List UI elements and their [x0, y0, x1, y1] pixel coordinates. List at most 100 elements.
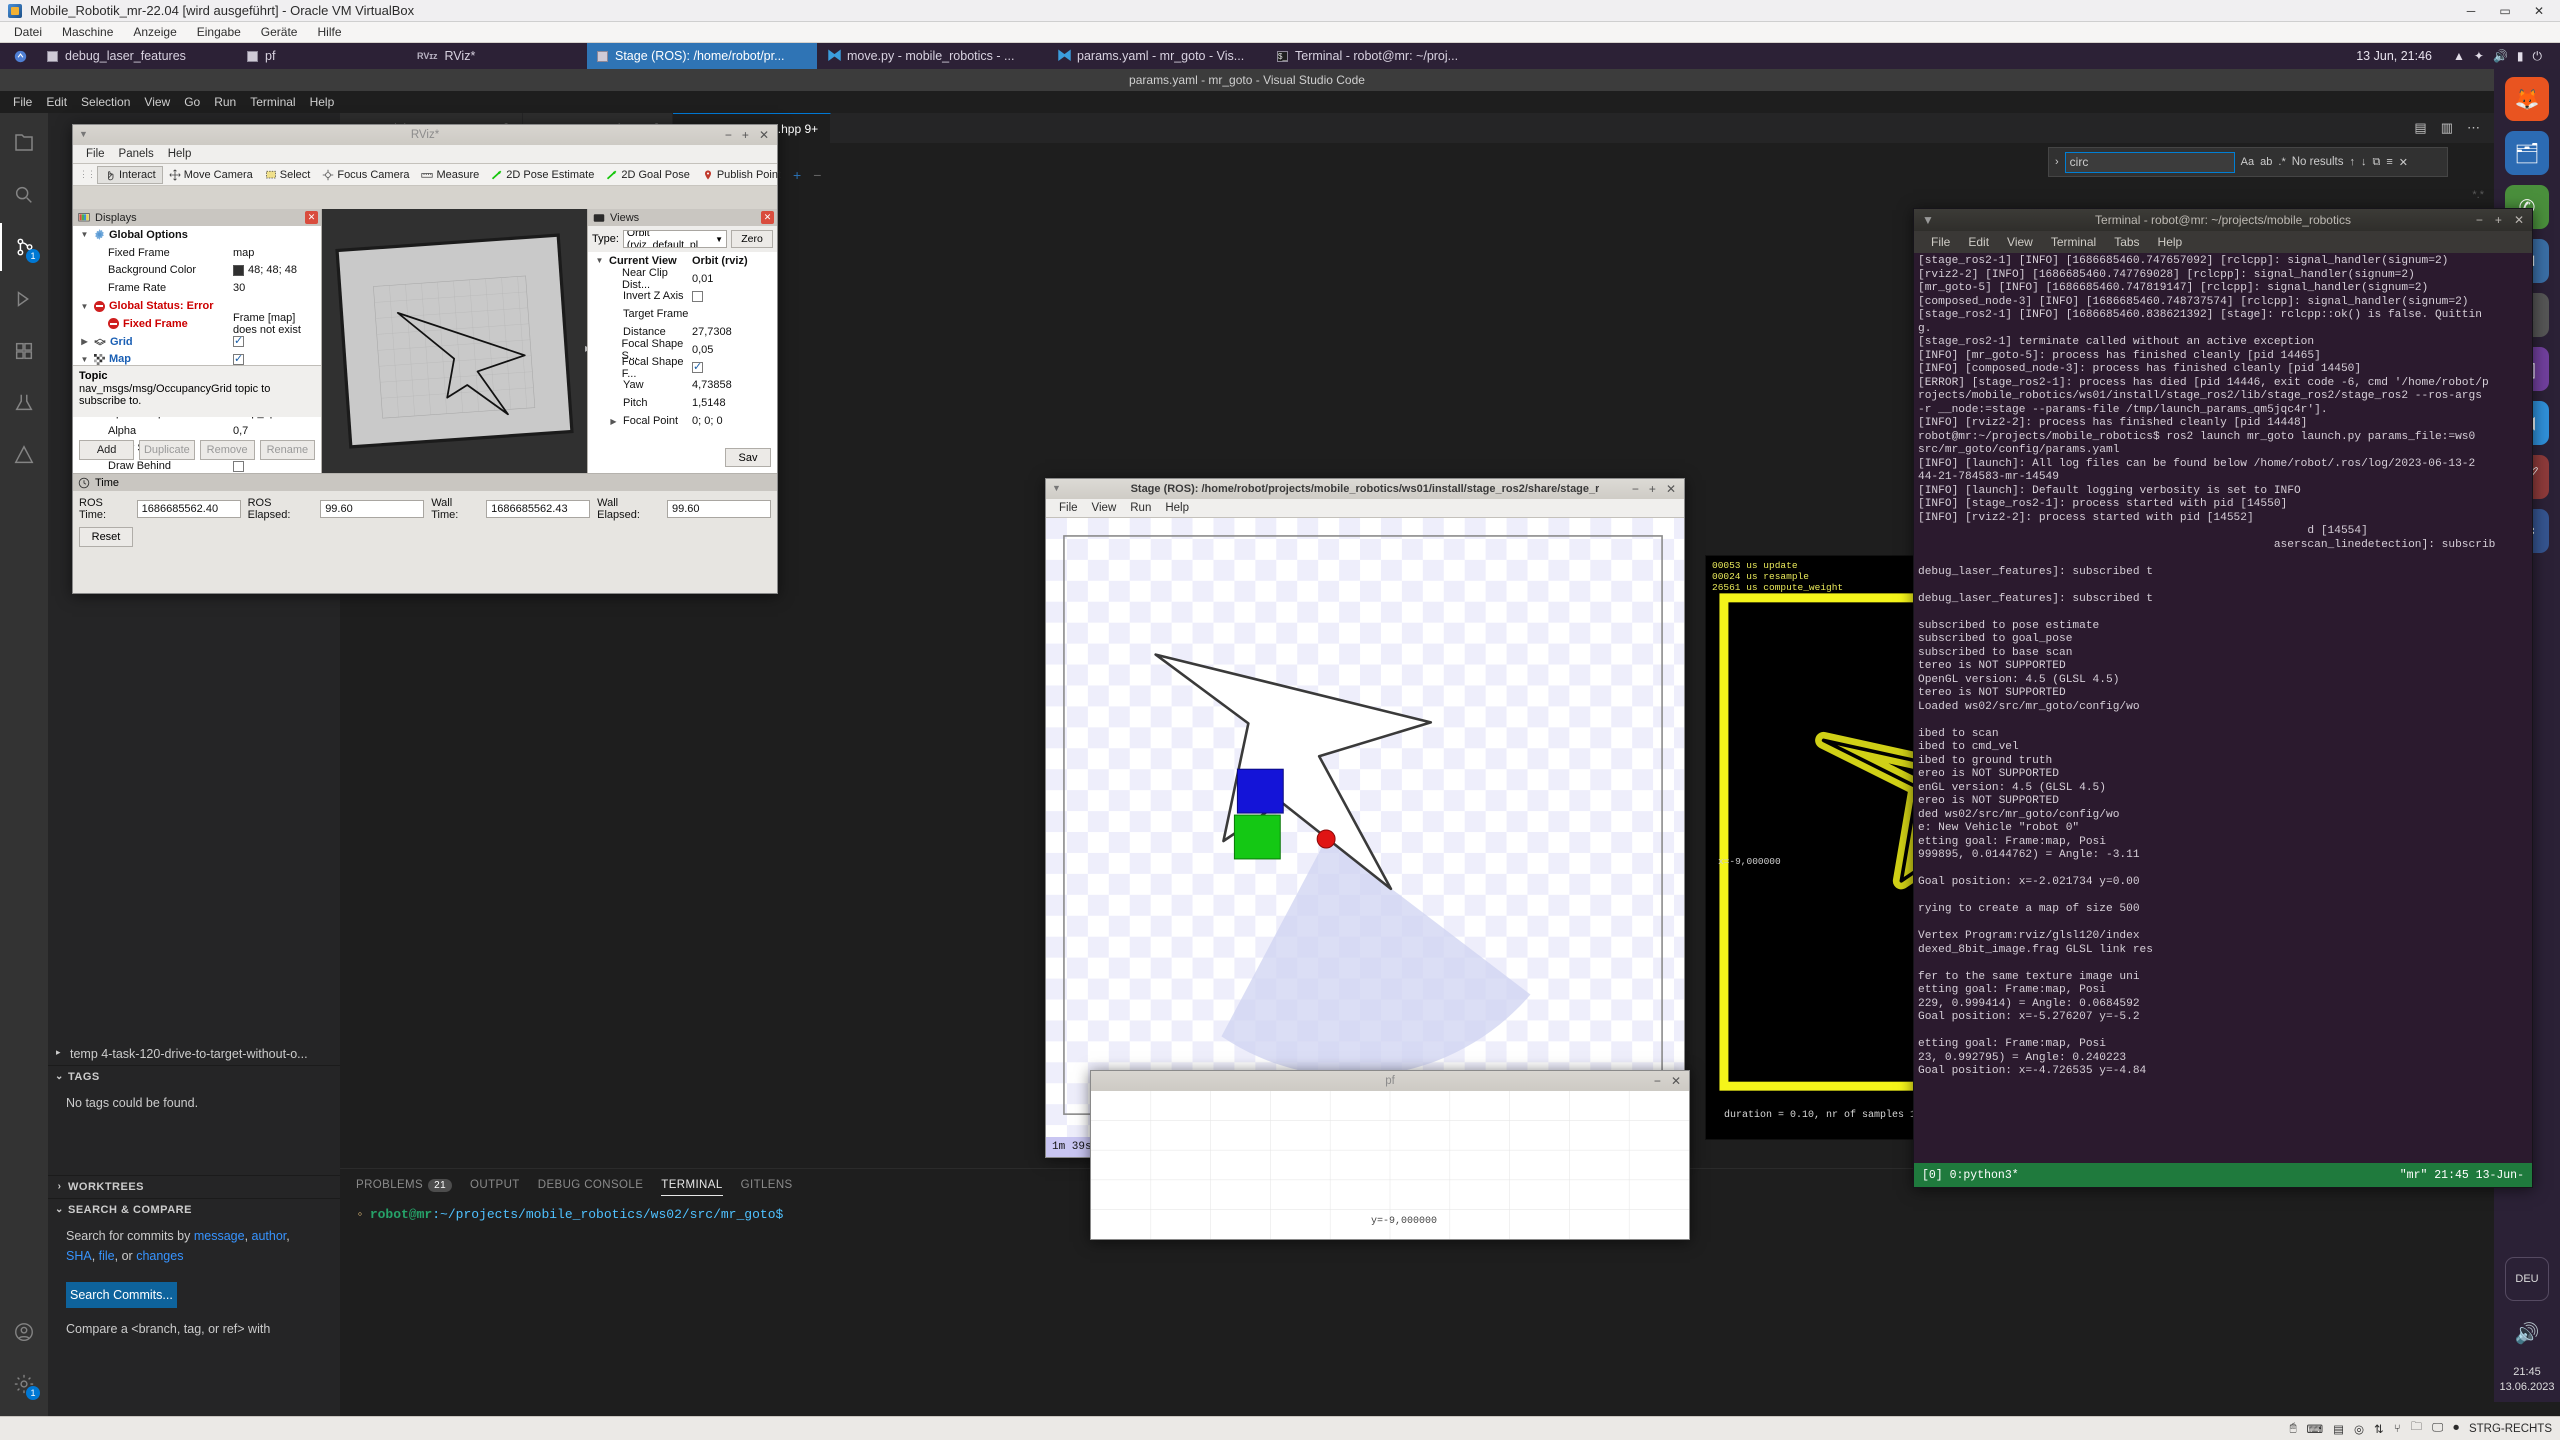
- link-file[interactable]: file: [99, 1249, 115, 1263]
- terminal-menu-file[interactable]: File: [1922, 233, 1959, 251]
- vscode-menu-run[interactable]: Run: [207, 93, 243, 111]
- vscode-menu-help[interactable]: Help: [303, 93, 342, 111]
- menu-hilfe[interactable]: Hilfe: [309, 23, 349, 41]
- panel-tab-terminal[interactable]: TERMINAL: [661, 1173, 723, 1196]
- twisty-icon[interactable]: ▼: [79, 302, 90, 311]
- checkbox-checked[interactable]: [233, 334, 244, 348]
- taskbar-item-movepy[interactable]: ⧓ move.py - mobile_robotics - ...: [817, 43, 1047, 69]
- views-tree[interactable]: ▼ Current View Orbit (rviz) Near Clip Dist.…: [588, 252, 777, 430]
- close-icon[interactable]: ✕: [2522, 0, 2556, 22]
- view-property-row[interactable]: Focal Shape F...: [588, 356, 777, 380]
- menu-maschine[interactable]: Maschine: [54, 23, 121, 41]
- maximize-icon[interactable]: ▭: [2488, 0, 2522, 22]
- usb-icon[interactable]: ⑂: [2394, 1423, 2401, 1435]
- window-menu-icon[interactable]: ▼: [1922, 213, 1934, 227]
- sidebar-tree-item[interactable]: ▸ temp 4-task-120-drive-to-target-withou…: [48, 1043, 340, 1065]
- display-row[interactable]: ▶ Grid: [73, 333, 321, 351]
- vscode-menu-file[interactable]: File: [6, 93, 39, 111]
- taskbar-item-rviz[interactable]: RVɪᴢ RViz*: [407, 43, 587, 69]
- tool-measure[interactable]: Measure: [415, 167, 485, 183]
- tool-focus-camera[interactable]: Focus Camera: [316, 167, 415, 183]
- terminal-window-buttons[interactable]: − + ✕: [2476, 213, 2524, 227]
- stage-menubar[interactable]: File View Run Help: [1046, 499, 1684, 518]
- rviz-window[interactable]: ▼ RViz* − + ✕ File Panels Help ⋮⋮ Intera…: [72, 124, 821, 594]
- rviz-menu-file[interactable]: File: [79, 146, 112, 162]
- close-icon[interactable]: ✕: [759, 128, 769, 142]
- twisty-icon[interactable]: ▼: [79, 230, 90, 239]
- settings-gear-icon[interactable]: 1: [0, 1360, 48, 1408]
- rviz-menu-help[interactable]: Help: [161, 146, 199, 162]
- stage-window[interactable]: ▼ Stage (ROS): /home/robot/projects/mobi…: [1045, 478, 1685, 1158]
- split-editor-icon[interactable]: ▤: [2414, 120, 2426, 136]
- close-icon[interactable]: ✕: [305, 211, 318, 224]
- taskbar-item-pf[interactable]: pf: [237, 43, 407, 69]
- pf-canvas[interactable]: y=-9,000000: [1091, 1091, 1689, 1239]
- vscode-menu-selection[interactable]: Selection: [74, 93, 137, 111]
- stage-menu-view[interactable]: View: [1085, 500, 1124, 516]
- menu-eingabe[interactable]: Eingabe: [189, 23, 249, 41]
- tool-move-camera[interactable]: Move Camera: [163, 167, 259, 183]
- pf-titlebar[interactable]: pf − ✕: [1091, 1071, 1689, 1091]
- display-icon[interactable]: 🖵: [2432, 1422, 2443, 1435]
- rviz-toolbar[interactable]: ⋮⋮ Interact Move Camera Select Focus Cam…: [73, 164, 821, 186]
- tool-interact[interactable]: Interact: [97, 165, 163, 184]
- power-icon[interactable]: ⏻: [2533, 49, 2543, 64]
- more-actions-icon[interactable]: ⋯: [2467, 120, 2480, 136]
- panel-tab-debug-console[interactable]: DEBUG CONSOLE: [538, 1173, 644, 1195]
- twisty-icon[interactable]: ▼: [594, 256, 605, 265]
- taskbar-tray[interactable]: ▲ ✦ 🔊 ▮ ⏻: [2453, 43, 2542, 69]
- twisty-icon[interactable]: ▶: [608, 417, 619, 426]
- view-property-row[interactable]: Near Clip Dist... 0,01: [588, 267, 777, 291]
- find-next-icon[interactable]: ↓: [2361, 156, 2367, 168]
- dock-clock[interactable]: 21:45 13.06.2023: [2499, 1365, 2554, 1394]
- shared-folder-icon[interactable]: 🗀: [2411, 1419, 2423, 1438]
- checkbox-checked[interactable]: [233, 352, 244, 365]
- host-window-buttons[interactable]: ─ ▭ ✕: [2454, 0, 2556, 22]
- toolbar-grip[interactable]: ⋮⋮: [79, 169, 97, 180]
- stage-window-buttons[interactable]: − + ✕: [1632, 479, 1680, 499]
- close-icon[interactable]: ✕: [1671, 1074, 1681, 1088]
- display-row[interactable]: Fixed Frame Frame [map] does not exist: [73, 312, 321, 336]
- terminal-menubar[interactable]: File Edit View Terminal Tabs Help: [1914, 231, 2532, 253]
- sidebar-section-tags[interactable]: ⌄ TAGS: [48, 1065, 340, 1088]
- minimize-icon[interactable]: −: [2476, 213, 2483, 227]
- reset-time-button[interactable]: Reset: [79, 527, 133, 547]
- volume-dock-icon[interactable]: 🔊: [2505, 1311, 2549, 1355]
- volume-icon[interactable]: 🔊: [2493, 49, 2508, 63]
- link-author[interactable]: author: [252, 1229, 287, 1243]
- network-icon[interactable]: ▲: [2453, 49, 2465, 63]
- wall-time-field[interactable]: 1686685562.43: [486, 500, 591, 518]
- ros-elapsed-field[interactable]: 99.60: [320, 500, 425, 518]
- match-case-icon[interactable]: Aa: [2241, 156, 2254, 168]
- optical-icon[interactable]: ◎: [2354, 1422, 2364, 1436]
- regex-icon[interactable]: .*: [2278, 156, 2285, 168]
- tool-2d-goal-pose[interactable]: 2D Goal Pose: [600, 167, 695, 183]
- layout-icon[interactable]: ▥: [2441, 120, 2453, 136]
- minimize-icon[interactable]: −: [1632, 482, 1639, 496]
- extensions-icon[interactable]: [0, 327, 48, 375]
- zero-button[interactable]: Zero: [731, 230, 773, 248]
- terminal-menu-view[interactable]: View: [1998, 233, 2042, 251]
- display-row[interactable]: Fixed Frame map: [73, 244, 321, 262]
- twisty-icon[interactable]: ▶: [79, 337, 90, 346]
- rviz-titlebar[interactable]: ▼ RViz* − + ✕: [73, 125, 777, 145]
- terminal-menu-tabs[interactable]: Tabs: [2105, 233, 2148, 251]
- view-property-row[interactable]: ▶ Focal Point 0; 0; 0: [588, 412, 777, 430]
- sidebar-section-search-compare[interactable]: ⌄ SEARCH & COMPARE: [48, 1198, 340, 1221]
- find-input[interactable]: circ: [2064, 151, 2235, 173]
- mouse-icon[interactable]: 🖱: [2290, 1422, 2297, 1435]
- view-type-row[interactable]: Type: Orbit (rviz_default_pl ▼ Zero: [588, 226, 777, 252]
- whole-word-icon[interactable]: ab: [2260, 156, 2272, 168]
- find-in-selection-icon[interactable]: ⧉: [2373, 156, 2381, 169]
- link-message[interactable]: message: [194, 1229, 245, 1243]
- files-manager-icon[interactable]: 🗂: [2505, 131, 2549, 175]
- pf-debug-window[interactable]: pf − ✕ y=-9,000000: [1090, 1070, 1690, 1240]
- window-menu-icon[interactable]: ▼: [79, 129, 88, 139]
- tool-remove[interactable]: −: [807, 168, 827, 182]
- stage-menu-file[interactable]: File: [1052, 500, 1085, 516]
- terminal-titlebar[interactable]: ▼ Terminal - robot@mr: ~/projects/mobile…: [1914, 209, 2532, 231]
- taskbar-clock[interactable]: 13 Jun, 21:46: [2356, 43, 2432, 69]
- testing-icon[interactable]: [0, 379, 48, 427]
- menu-datei[interactable]: Datei: [6, 23, 50, 41]
- terminal-window[interactable]: ▼ Terminal - robot@mr: ~/projects/mobile…: [1913, 208, 2533, 1188]
